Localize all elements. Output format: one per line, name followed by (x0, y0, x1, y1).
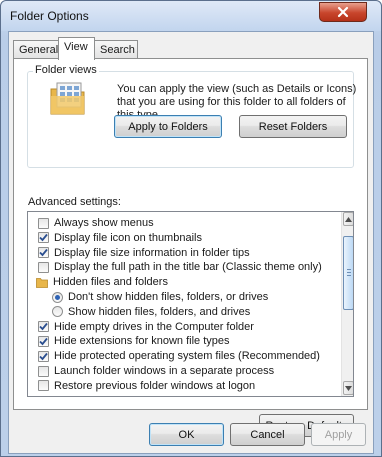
folder-views-title: Folder views (33, 64, 99, 76)
setting-label: Don't show hidden files, folders, or dri… (68, 291, 269, 303)
setting-row[interactable]: Show hidden files, folders, and drives (52, 305, 250, 319)
scroll-down-button[interactable] (343, 381, 353, 395)
setting-row[interactable]: Hide extensions for known file types (38, 334, 229, 348)
window-title: Folder Options (10, 9, 89, 23)
advanced-settings-list[interactable]: Always show menus Display file icon on th… (27, 211, 354, 397)
tab-general-label: General (19, 44, 59, 56)
arrow-up-icon (345, 216, 352, 222)
ok-label: OK (178, 428, 195, 441)
apply-to-folders-label: Apply to Folders (128, 120, 208, 133)
title-bar[interactable]: Folder Options (1, 1, 381, 31)
setting-row[interactable]: Hide protected operating system files (R… (38, 349, 320, 363)
setting-label: Always show menus (54, 217, 154, 229)
scroll-up-button[interactable] (343, 212, 353, 226)
setting-label: Display file icon on thumbnails (54, 231, 202, 244)
dialog-body: General View Search Folder views You can… (8, 31, 374, 454)
setting-label: Hide extensions for known file types (54, 335, 230, 348)
radio-dot-icon (55, 294, 60, 300)
tab-view-label: View (64, 41, 88, 53)
close-button[interactable] (319, 2, 367, 22)
cancel-label: Cancel (250, 428, 285, 441)
reset-folders-label: Reset Folders (258, 120, 328, 133)
setting-row[interactable]: Always show menus (38, 216, 154, 230)
setting-label: Restore previous folder windows at logon (54, 379, 256, 392)
tab-general[interactable]: General (13, 40, 59, 59)
setting-row[interactable]: Launch folder windows in a separate proc… (38, 364, 274, 378)
setting-label: Hide empty drives in the Computer folder (54, 320, 254, 333)
setting-label: Show hidden files, folders, and drives (68, 305, 251, 318)
apply-label: Apply (324, 428, 353, 441)
checkmark-icon (39, 337, 48, 346)
checkmark-icon (39, 323, 48, 331)
ok-button[interactable]: OK (149, 423, 224, 446)
checkbox-unchecked[interactable] (38, 261, 49, 273)
checkbox-checked[interactable] (38, 321, 49, 333)
apply-to-folders-button[interactable]: Apply to Folders (114, 115, 222, 138)
setting-row[interactable]: Display the full path in the title bar (… (38, 260, 322, 274)
advanced-settings-scrollbar[interactable] (341, 212, 353, 396)
tab-view[interactable]: View (58, 37, 95, 60)
checkbox-unchecked[interactable] (38, 380, 49, 392)
checkbox-checked[interactable] (38, 350, 49, 362)
apply-button[interactable]: Apply (311, 423, 366, 446)
setting-label: Display the full path in the title bar (… (54, 261, 322, 274)
folder-options-window: Folder Options General View Search Folde… (0, 0, 382, 457)
setting-row[interactable]: Hide empty drives in the Computer folder (38, 320, 254, 334)
setting-row[interactable]: Display file size information in folder … (38, 246, 250, 260)
setting-label: Hidden files and folders (53, 276, 168, 289)
checkbox-unchecked[interactable] (38, 365, 49, 377)
close-icon (337, 6, 349, 18)
advanced-settings-label: Advanced settings: (28, 196, 121, 208)
tab-search-label: Search (100, 44, 135, 56)
setting-row[interactable]: Restore previous folder windows at logon (38, 379, 255, 393)
checkmark-icon (39, 249, 48, 257)
checkbox-checked[interactable] (38, 335, 49, 347)
folder-icon (36, 277, 48, 288)
setting-row[interactable]: Don't show hidden files, folders, or dri… (52, 290, 268, 304)
radio-selected[interactable] (52, 291, 63, 303)
folder-views-icon (50, 82, 85, 115)
arrow-down-icon (345, 385, 352, 391)
setting-row[interactable]: Display file icon on thumbnails (38, 231, 202, 245)
view-tab-panel: Folder views You can apply the view (suc… (13, 58, 368, 437)
reset-folders-button[interactable]: Reset Folders (239, 115, 347, 138)
checkbox-unchecked[interactable] (38, 217, 49, 229)
tab-search[interactable]: Search (94, 40, 138, 59)
checkmark-icon (39, 352, 48, 361)
cancel-button[interactable]: Cancel (230, 423, 305, 446)
setting-label: Display file size information in folder … (54, 246, 250, 259)
setting-label: Launch folder windows in a separate proc… (54, 365, 275, 377)
grip-icon (347, 269, 351, 276)
checkbox-checked[interactable] (38, 247, 49, 259)
setting-label: Hide protected operating system files (R… (54, 350, 320, 363)
checkmark-icon (39, 234, 48, 242)
scroll-thumb[interactable] (343, 236, 353, 310)
tree-group-row: Hidden files and folders (36, 275, 168, 289)
radio-unselected[interactable] (52, 306, 63, 318)
checkbox-checked[interactable] (38, 232, 49, 244)
